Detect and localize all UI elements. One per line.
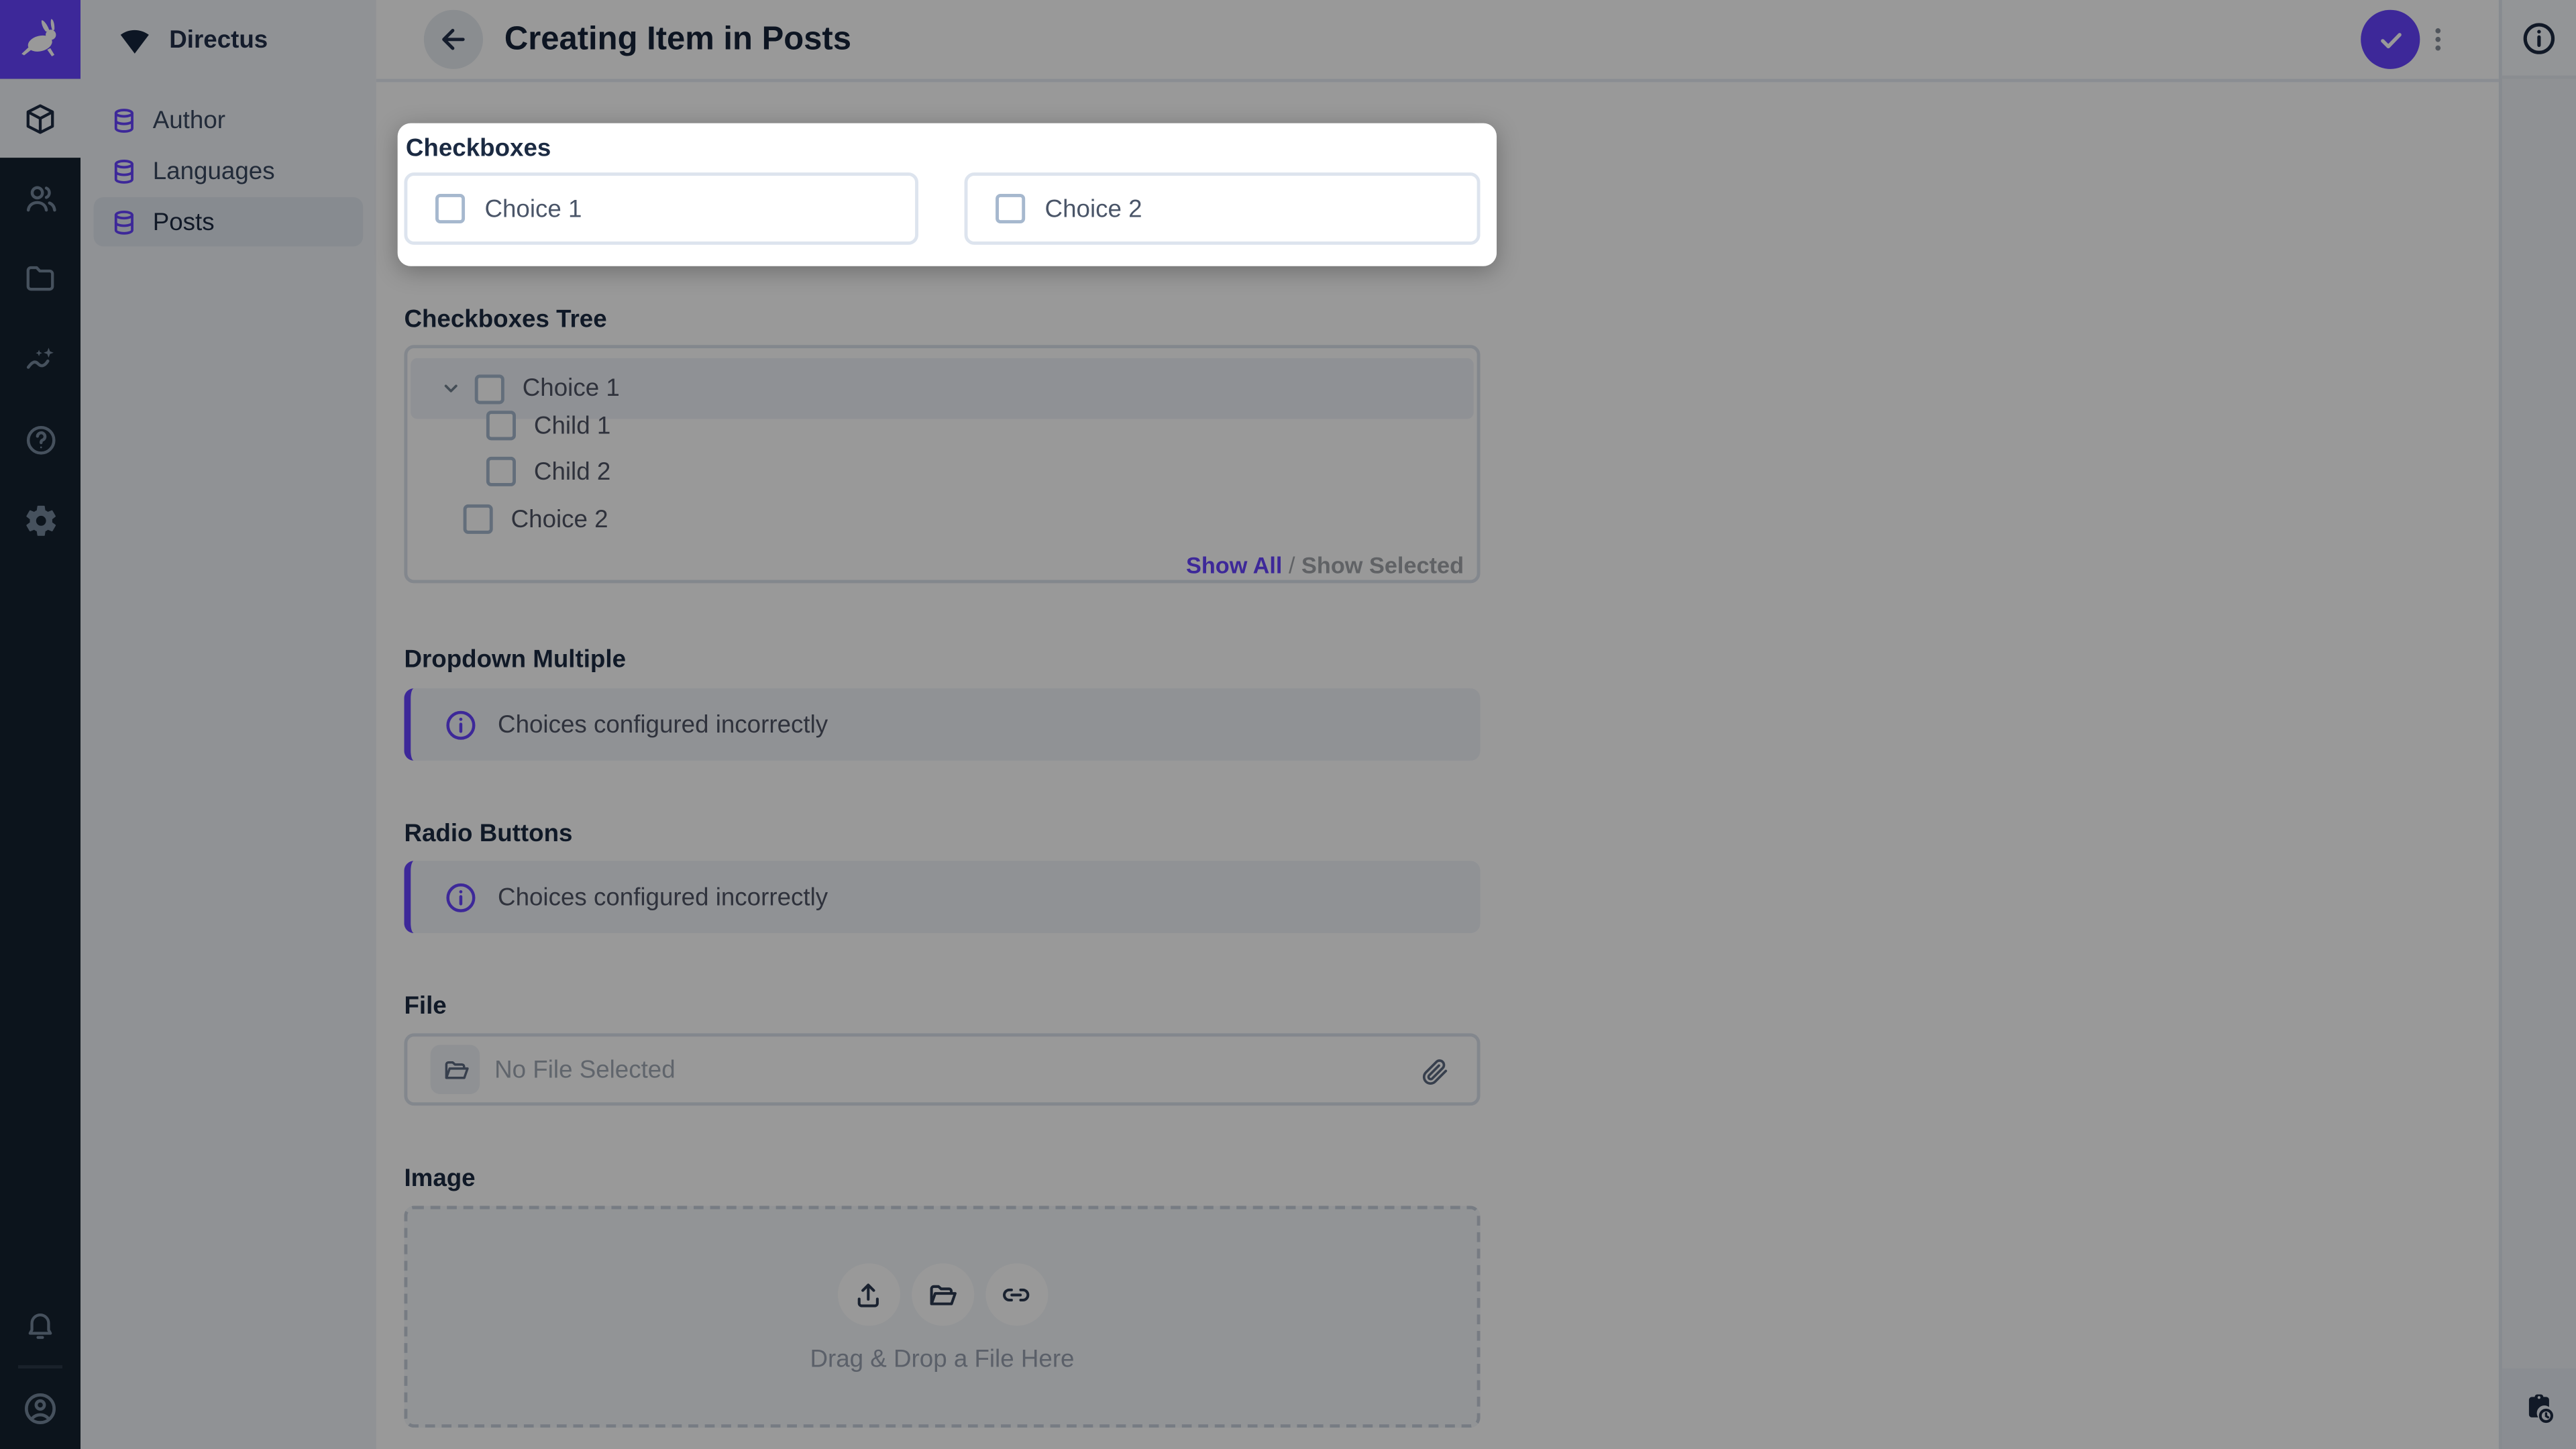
- choice-label: Choice 2: [1045, 195, 1142, 223]
- checkbox-choice-1[interactable]: Choice 1: [404, 172, 918, 245]
- checkbox-choice-2[interactable]: Choice 2: [965, 172, 1481, 245]
- choice-label: Choice 1: [484, 195, 582, 223]
- checkboxes-label: Checkboxes: [406, 135, 551, 163]
- checkbox[interactable]: [435, 194, 465, 223]
- checkbox[interactable]: [996, 194, 1025, 223]
- directus-app: Directus Author: [0, 0, 2576, 1449]
- checkboxes-field-spotlight: Checkboxes Choice 1 Choice 2: [398, 123, 1497, 266]
